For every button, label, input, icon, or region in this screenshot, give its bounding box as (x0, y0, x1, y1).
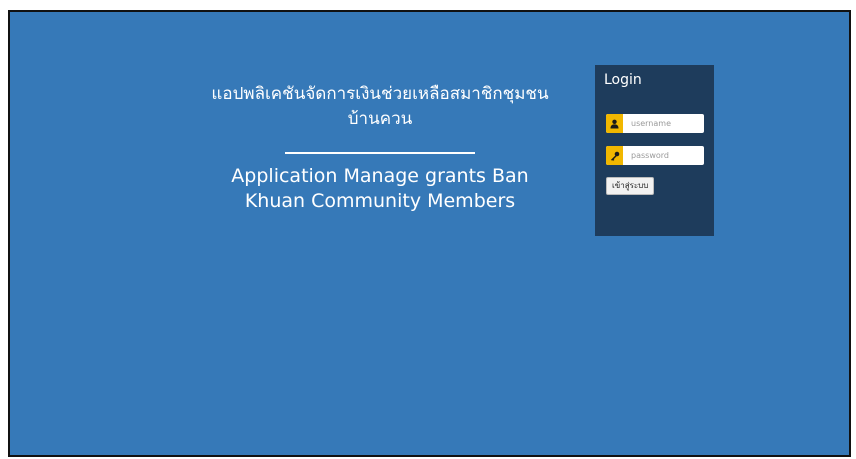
user-icon (606, 114, 623, 133)
login-button[interactable]: เข้าสู่ระบบ (606, 177, 655, 195)
app-title-english-line2: Khuan Community Members (244, 190, 516, 212)
title-divider (285, 152, 475, 154)
key-icon (606, 146, 623, 165)
app-title-thai-line1: แอปพลิเคชันจัดการเงินช่วยเหลือสมาชิกชุมช… (211, 84, 549, 104)
password-input[interactable] (623, 147, 701, 164)
app-title-english: Application Manage grants Ban Khuan Comm… (180, 164, 580, 214)
password-field (606, 146, 704, 165)
app-title-thai-line2: บ้านควน (347, 109, 413, 129)
login-title: Login (604, 72, 642, 88)
username-input[interactable] (623, 115, 701, 132)
app-window: แอปพลิเคชันจัดการเงินช่วยเหลือสมาชิกชุมช… (8, 10, 851, 457)
app-title-thai: แอปพลิเคชันจัดการเงินช่วยเหลือสมาชิกชุมช… (180, 82, 580, 132)
login-panel: Login เข้าสู่ระบบ (595, 65, 714, 236)
hero-section: แอปพลิเคชันจัดการเงินช่วยเหลือสมาชิกชุมช… (180, 82, 580, 214)
app-title-english-line1: Application Manage grants Ban (231, 165, 529, 187)
username-field (606, 114, 704, 133)
